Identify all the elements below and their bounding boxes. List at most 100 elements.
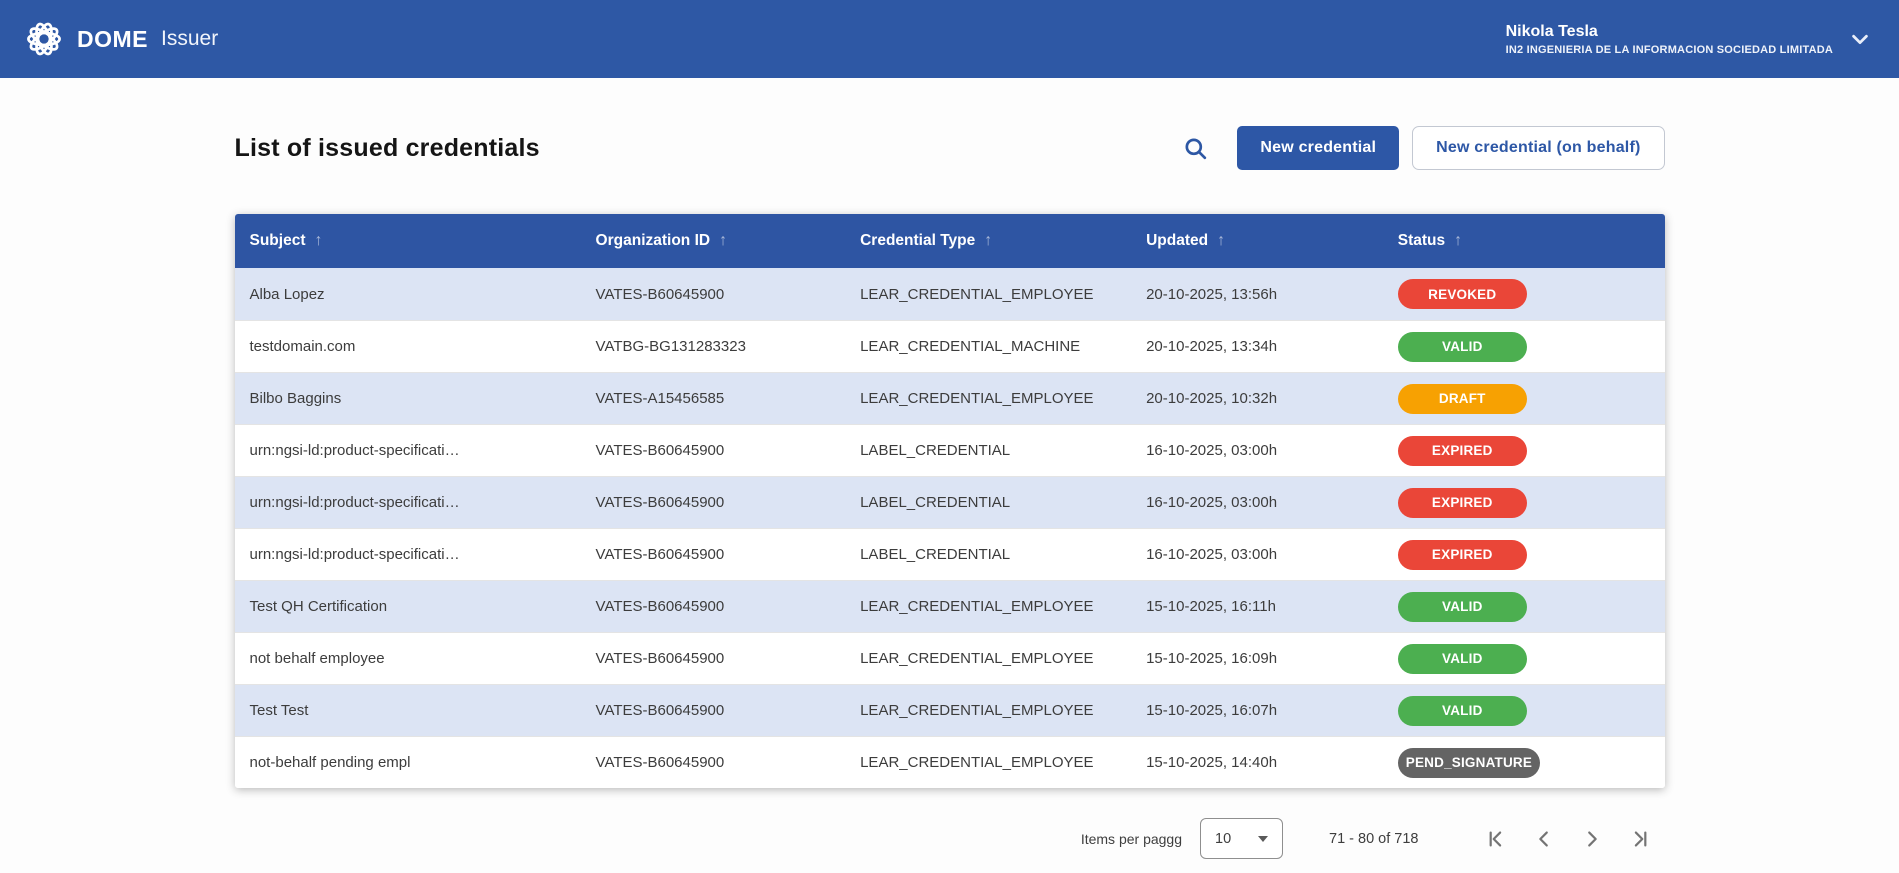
sort-arrow-up-icon: ↑ (1454, 232, 1462, 250)
table-row[interactable]: Test TestVATES-B60645900LEAR_CREDENTIAL_… (235, 684, 1665, 736)
status-badge: VALID (1398, 644, 1527, 674)
column-header-updated[interactable]: Updated↑ (1131, 232, 1383, 250)
status-badge: VALID (1398, 592, 1527, 622)
first-page-button[interactable] (1485, 828, 1507, 850)
sort-arrow-up-icon: ↑ (984, 232, 992, 250)
table-header-row: Subject↑Organization ID↑Credential Type↑… (235, 214, 1665, 268)
items-per-page-label: Items per paggg (1081, 831, 1182, 847)
cell-updated: 16-10-2025, 03:00h (1131, 546, 1383, 563)
cell-credential-type: LEAR_CREDENTIAL_EMPLOYEE (845, 598, 1131, 615)
cell-organization-id: VATBG-BG131283323 (581, 338, 846, 355)
cell-credential-type: LEAR_CREDENTIAL_EMPLOYEE (845, 754, 1131, 771)
previous-page-button[interactable] (1533, 828, 1555, 850)
credentials-table: Subject↑Organization ID↑Credential Type↑… (235, 214, 1665, 788)
search-button[interactable] (1182, 135, 1209, 162)
cell-subject: testdomain.com (235, 338, 581, 355)
cell-subject: Bilbo Baggins (235, 390, 581, 407)
user-name: Nikola Tesla (1506, 22, 1833, 42)
table-row[interactable]: Bilbo BagginsVATES-A15456585LEAR_CREDENT… (235, 372, 1665, 424)
user-organization: IN2 INGENIERIA DE LA INFORMACION SOCIEDA… (1506, 44, 1833, 56)
cell-organization-id: VATES-B60645900 (581, 286, 846, 303)
page-size-select[interactable]: 10 (1200, 818, 1283, 859)
status-badge: PEND_SIGNATURE (1398, 748, 1540, 778)
new-credential-on-behalf-button[interactable]: New credential (on behalf) (1412, 126, 1664, 170)
table-row[interactable]: urn:ngsi-ld:product-specificati…VATES-B6… (235, 528, 1665, 580)
next-page-button[interactable] (1581, 828, 1603, 850)
table-row[interactable]: urn:ngsi-ld:product-specificati…VATES-B6… (235, 476, 1665, 528)
cell-status: EXPIRED (1383, 488, 1665, 518)
cell-subject: not behalf employee (235, 650, 581, 667)
cell-updated: 15-10-2025, 16:09h (1131, 650, 1383, 667)
cell-subject: urn:ngsi-ld:product-specificati… (235, 494, 581, 511)
page-size-value: 10 (1215, 831, 1231, 847)
column-header-subject[interactable]: Subject↑ (235, 232, 581, 250)
cell-credential-type: LEAR_CREDENTIAL_EMPLOYEE (845, 702, 1131, 719)
main-content: List of issued credentials New credentia… (235, 126, 1665, 859)
chevron-bar-right-icon (1629, 828, 1651, 850)
cell-organization-id: VATES-B60645900 (581, 650, 846, 667)
sort-arrow-up-icon: ↑ (719, 232, 727, 250)
cell-organization-id: VATES-B60645900 (581, 442, 846, 459)
title-row: List of issued credentials New credentia… (235, 126, 1665, 170)
cell-updated: 16-10-2025, 03:00h (1131, 494, 1383, 511)
table-row[interactable]: not behalf employeeVATES-B60645900LEAR_C… (235, 632, 1665, 684)
brand-logo-link[interactable]: DOME Issuer (22, 17, 218, 61)
cell-status: DRAFT (1383, 384, 1665, 414)
search-icon (1182, 135, 1209, 162)
cell-credential-type: LABEL_CREDENTIAL (845, 442, 1131, 459)
status-badge: REVOKED (1398, 279, 1527, 309)
cell-subject: urn:ngsi-ld:product-specificati… (235, 442, 581, 459)
table-row[interactable]: testdomain.comVATBG-BG131283323LEAR_CRED… (235, 320, 1665, 372)
page-title: List of issued credentials (235, 134, 540, 163)
top-bar: DOME Issuer Nikola Tesla IN2 INGENIERIA … (0, 0, 1899, 78)
table-row[interactable]: Alba LopezVATES-B60645900LEAR_CREDENTIAL… (235, 268, 1665, 320)
cell-organization-id: VATES-B60645900 (581, 702, 846, 719)
cell-subject: Test Test (235, 702, 581, 719)
column-header-organization-id[interactable]: Organization ID↑ (581, 232, 846, 250)
cell-status: VALID (1383, 592, 1665, 622)
cell-status: VALID (1383, 332, 1665, 362)
cell-status: EXPIRED (1383, 436, 1665, 466)
table-row[interactable]: urn:ngsi-ld:product-specificati…VATES-B6… (235, 424, 1665, 476)
cell-credential-type: LEAR_CREDENTIAL_EMPLOYEE (845, 390, 1131, 407)
chevron-down-icon (1849, 28, 1871, 50)
cell-credential-type: LEAR_CREDENTIAL_MACHINE (845, 338, 1131, 355)
last-page-button[interactable] (1629, 828, 1651, 850)
cell-updated: 16-10-2025, 03:00h (1131, 442, 1383, 459)
cell-updated: 15-10-2025, 16:07h (1131, 702, 1383, 719)
status-badge: EXPIRED (1398, 436, 1527, 466)
user-menu[interactable]: Nikola Tesla IN2 INGENIERIA DE LA INFORM… (1506, 22, 1871, 56)
chevron-left-icon (1533, 828, 1555, 850)
new-credential-button[interactable]: New credential (1237, 126, 1399, 170)
cell-organization-id: VATES-B60645900 (581, 598, 846, 615)
cell-subject: urn:ngsi-ld:product-specificati… (235, 546, 581, 563)
cell-credential-type: LABEL_CREDENTIAL (845, 546, 1131, 563)
table-row[interactable]: not-behalf pending emplVATES-B60645900LE… (235, 736, 1665, 788)
cell-status: VALID (1383, 644, 1665, 674)
cell-credential-type: LEAR_CREDENTIAL_EMPLOYEE (845, 650, 1131, 667)
brand-product: Issuer (161, 27, 218, 51)
chevron-right-icon (1581, 828, 1603, 850)
cell-updated: 20-10-2025, 10:32h (1131, 390, 1383, 407)
status-badge: VALID (1398, 332, 1527, 362)
chevron-bar-left-icon (1485, 828, 1507, 850)
cell-credential-type: LEAR_CREDENTIAL_EMPLOYEE (845, 286, 1131, 303)
pagination-nav (1459, 828, 1651, 850)
cell-organization-id: VATES-B60645900 (581, 494, 846, 511)
status-badge: EXPIRED (1398, 488, 1527, 518)
status-badge: EXPIRED (1398, 540, 1527, 570)
cell-subject: Alba Lopez (235, 286, 581, 303)
pagination-bar: Items per paggg 10 71 - 80 of 718 (235, 818, 1665, 859)
cell-updated: 15-10-2025, 16:11h (1131, 598, 1383, 615)
status-badge: DRAFT (1398, 384, 1527, 414)
sort-arrow-up-icon: ↑ (1217, 232, 1225, 250)
cell-credential-type: LABEL_CREDENTIAL (845, 494, 1131, 511)
cell-updated: 20-10-2025, 13:56h (1131, 286, 1383, 303)
cell-status: PEND_SIGNATURE (1383, 748, 1665, 778)
table-row[interactable]: Test QH CertificationVATES-B60645900LEAR… (235, 580, 1665, 632)
cell-status: EXPIRED (1383, 540, 1665, 570)
column-header-credential-type[interactable]: Credential Type↑ (845, 232, 1131, 250)
cell-organization-id: VATES-A15456585 (581, 390, 846, 407)
column-header-status[interactable]: Status↑ (1383, 232, 1665, 250)
cell-subject: not-behalf pending empl (235, 754, 581, 771)
